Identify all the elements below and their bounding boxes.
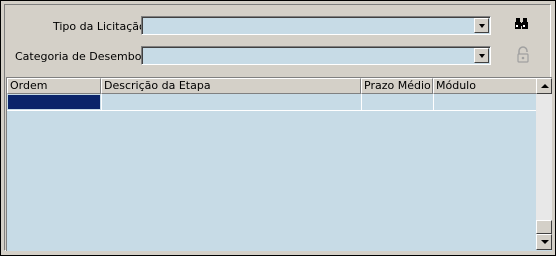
categoria-desembolso-label: Categoria de Desembolso: — [15, 50, 161, 63]
column-header-modulo[interactable]: Módulo — [433, 78, 537, 94]
scroll-up-button[interactable] — [536, 78, 552, 94]
categoria-desembolso-combobox[interactable] — [141, 46, 491, 65]
vertical-scrollbar[interactable] — [536, 78, 552, 250]
column-header-descricao[interactable]: Descrição da Etapa — [101, 78, 361, 94]
column-header-prazo-medio[interactable]: Prazo Médio — [361, 78, 433, 94]
chevron-down-icon — [541, 240, 549, 244]
table-row — [7, 110, 537, 111]
binoculars-icon[interactable] — [513, 15, 531, 33]
scroll-thumb[interactable] — [536, 220, 552, 234]
padlock-icon[interactable] — [515, 46, 533, 64]
tipo-licitacao-dropdown-button[interactable] — [474, 18, 489, 33]
window-frame: Tipo da Licitação: Categoria de Desembol… — [0, 0, 556, 256]
chevron-down-icon — [479, 24, 485, 28]
categoria-desembolso-dropdown-button[interactable] — [474, 48, 489, 63]
selected-cell-ordem[interactable] — [8, 95, 100, 109]
tipo-licitacao-combobox[interactable] — [141, 16, 491, 35]
tipo-licitacao-label: Tipo da Licitação: — [53, 20, 150, 33]
etapas-grid[interactable]: Ordem Descrição da Etapa Prazo Médio Mód… — [6, 77, 552, 251]
column-header-ordem[interactable]: Ordem — [7, 78, 101, 94]
chevron-up-icon — [541, 84, 549, 88]
scroll-down-button[interactable] — [536, 234, 552, 250]
chevron-down-icon — [479, 54, 485, 58]
